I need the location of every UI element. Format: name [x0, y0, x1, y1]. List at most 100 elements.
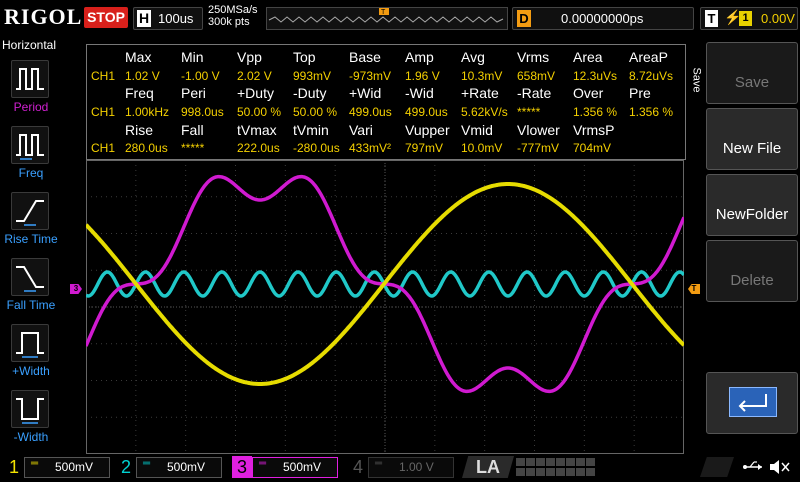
meas-value: -973mV — [349, 69, 392, 83]
period-icon — [11, 60, 49, 98]
meas-header: -Duty — [293, 85, 327, 101]
meas-header: +Rate — [461, 85, 499, 101]
meas-value: 704mV — [573, 141, 612, 155]
top-status-bar: RIGOL STOP H 100us 250MSa/s 300k pts T D… — [0, 0, 800, 36]
meas-value: -777mV — [517, 141, 560, 155]
usb-icon — [742, 458, 764, 476]
meas-header: Top — [293, 49, 316, 65]
meas-value: 1.356 % — [573, 105, 618, 119]
save-menu-tab: Save — [690, 67, 703, 93]
measure-period-button[interactable]: Period — [0, 56, 62, 120]
ch4-scale: 1.00 V — [399, 460, 434, 474]
waveform-display[interactable] — [84, 160, 686, 454]
meas-value: 1.02 V — [125, 69, 160, 83]
measure-fall-time-button[interactable]: Fall Time — [0, 254, 62, 318]
memory-depth: 300k pts — [208, 16, 250, 28]
measure-value-row-3: CH1 280.0us ***** 222.0us -280.0us 433mV… — [87, 141, 685, 159]
fall-time-icon — [11, 258, 49, 296]
meas-header: Min — [181, 49, 204, 65]
meas-header: Fall — [181, 122, 204, 138]
measure-header-row-1: Max Min Vpp Top Base Amp Avg Vrms Area A… — [87, 49, 685, 67]
fall-time-label: Fall Time — [6, 298, 56, 312]
trigger-delay[interactable]: D 0.00000000ps — [512, 7, 694, 30]
meas-header: Over — [573, 85, 604, 101]
speaker-mute-icon[interactable] — [768, 458, 792, 476]
measure-neg-width-button[interactable]: -Width — [0, 386, 62, 450]
meas-header: Vari — [349, 122, 373, 138]
dc-coupling-icon: ═ — [143, 458, 151, 469]
meas-value: 50.00 % — [293, 105, 338, 119]
trigger-level-marker[interactable]: T — [688, 284, 700, 294]
save-button[interactable]: Save — [706, 42, 798, 104]
meas-value: 50.00 % — [237, 105, 282, 119]
meas-value: 2.02 V — [237, 69, 272, 83]
ch3-number: 3 — [232, 456, 252, 478]
meas-header: Avg — [461, 49, 485, 65]
freq-label: Freq — [18, 166, 44, 180]
meas-header: Vlower — [517, 122, 560, 138]
new-folder-button[interactable]: NewFolder — [706, 174, 798, 236]
spare-slot — [700, 457, 734, 477]
meas-header: AreaP — [629, 49, 668, 65]
meas-value: 998.0us — [181, 105, 224, 119]
measure-freq-button[interactable]: Freq — [0, 122, 62, 186]
meas-value: 499.0us — [349, 105, 392, 119]
menu-title: Horizontal — [2, 38, 57, 52]
trigger-source: 1 — [739, 11, 752, 26]
trigger-label: T — [705, 10, 718, 27]
ch1-number: 1 — [8, 457, 19, 477]
ch1-scale: 500mV — [55, 460, 94, 474]
meas-value: 10.0mV — [461, 141, 503, 155]
meas-header: tVmin — [293, 122, 329, 138]
delete-button[interactable]: Delete — [706, 240, 798, 302]
measure-header-row-2: Freq Peri +Duty -Duty +Wid -Wid +Rate -R… — [87, 85, 685, 103]
meas-header: Vmid — [461, 122, 493, 138]
ch1-scale-box: ═ 500mV — [24, 457, 110, 478]
meas-value: -280.0us — [293, 141, 340, 155]
ch4-scale-box: ═ 1.00 V — [368, 457, 454, 478]
freq-icon — [11, 126, 49, 164]
dc-coupling-icon: ═ — [259, 458, 267, 469]
save-softkey-menu: Save New File NewFolder Delete — [706, 38, 800, 454]
meas-header: Base — [349, 49, 381, 65]
horizontal-timebase[interactable]: H 100us — [133, 7, 203, 30]
measure-rise-time-button[interactable]: Rise Time — [0, 188, 62, 252]
meas-value: 5.62kV/s — [461, 105, 508, 119]
ch3-offset-marker[interactable]: 3 — [70, 284, 82, 294]
neg-width-icon — [11, 390, 49, 428]
meas-value: 10.3mV — [461, 69, 503, 83]
rise-time-icon — [11, 192, 49, 230]
meas-header: Peri — [181, 85, 206, 101]
meas-value: 12.3uVs — [573, 69, 618, 83]
measure-value-row-2: CH1 1.00kHz 998.0us 50.00 % 50.00 % 499.… — [87, 105, 685, 123]
meas-value: ***** — [181, 141, 205, 155]
sample-rate: 250MSa/s — [208, 4, 258, 16]
pos-width-label: +Width — [12, 364, 50, 378]
dc-coupling-icon: ═ — [375, 458, 383, 469]
meas-header: -Rate — [517, 85, 552, 101]
meas-value: 1.356 % — [629, 105, 674, 119]
period-label: Period — [13, 100, 49, 114]
new-file-button[interactable]: New File — [706, 108, 798, 170]
waveform-canvas — [84, 160, 686, 454]
ch3-scale-box: ═ 500mV — [252, 457, 338, 478]
digital-channels-icon — [516, 457, 596, 477]
channel-status-bar: 1 ═ 500mV 2 ═ 500mV 3 ═ 500mV 4 ═ 1.00 V LA — [0, 454, 800, 480]
logic-analyzer-button[interactable]: LA — [462, 456, 514, 478]
dc-coupling-icon: ═ — [31, 458, 39, 469]
trigger-settings[interactable]: T ⚡ 1 0.00V — [700, 7, 798, 30]
meas-header: +Duty — [237, 85, 274, 101]
measure-pos-width-button[interactable]: +Width — [0, 320, 62, 384]
meas-header: Vpp — [237, 49, 262, 65]
horizontal-measure-menu: Horizontal Period Freq Rise Time Fall Ti… — [0, 38, 62, 454]
return-button[interactable] — [706, 372, 798, 434]
run-stop-status[interactable]: STOP — [84, 7, 128, 28]
trigger-level: 0.00V — [761, 11, 795, 26]
meas-header: Vrms — [517, 49, 550, 65]
pos-width-icon — [11, 324, 49, 362]
meas-header: Vupper — [405, 122, 450, 138]
delay-value: 0.00000000ps — [561, 11, 644, 26]
meas-value: 797mV — [405, 141, 444, 155]
ch2-scale: 500mV — [167, 460, 206, 474]
neg-width-label: -Width — [13, 430, 49, 444]
